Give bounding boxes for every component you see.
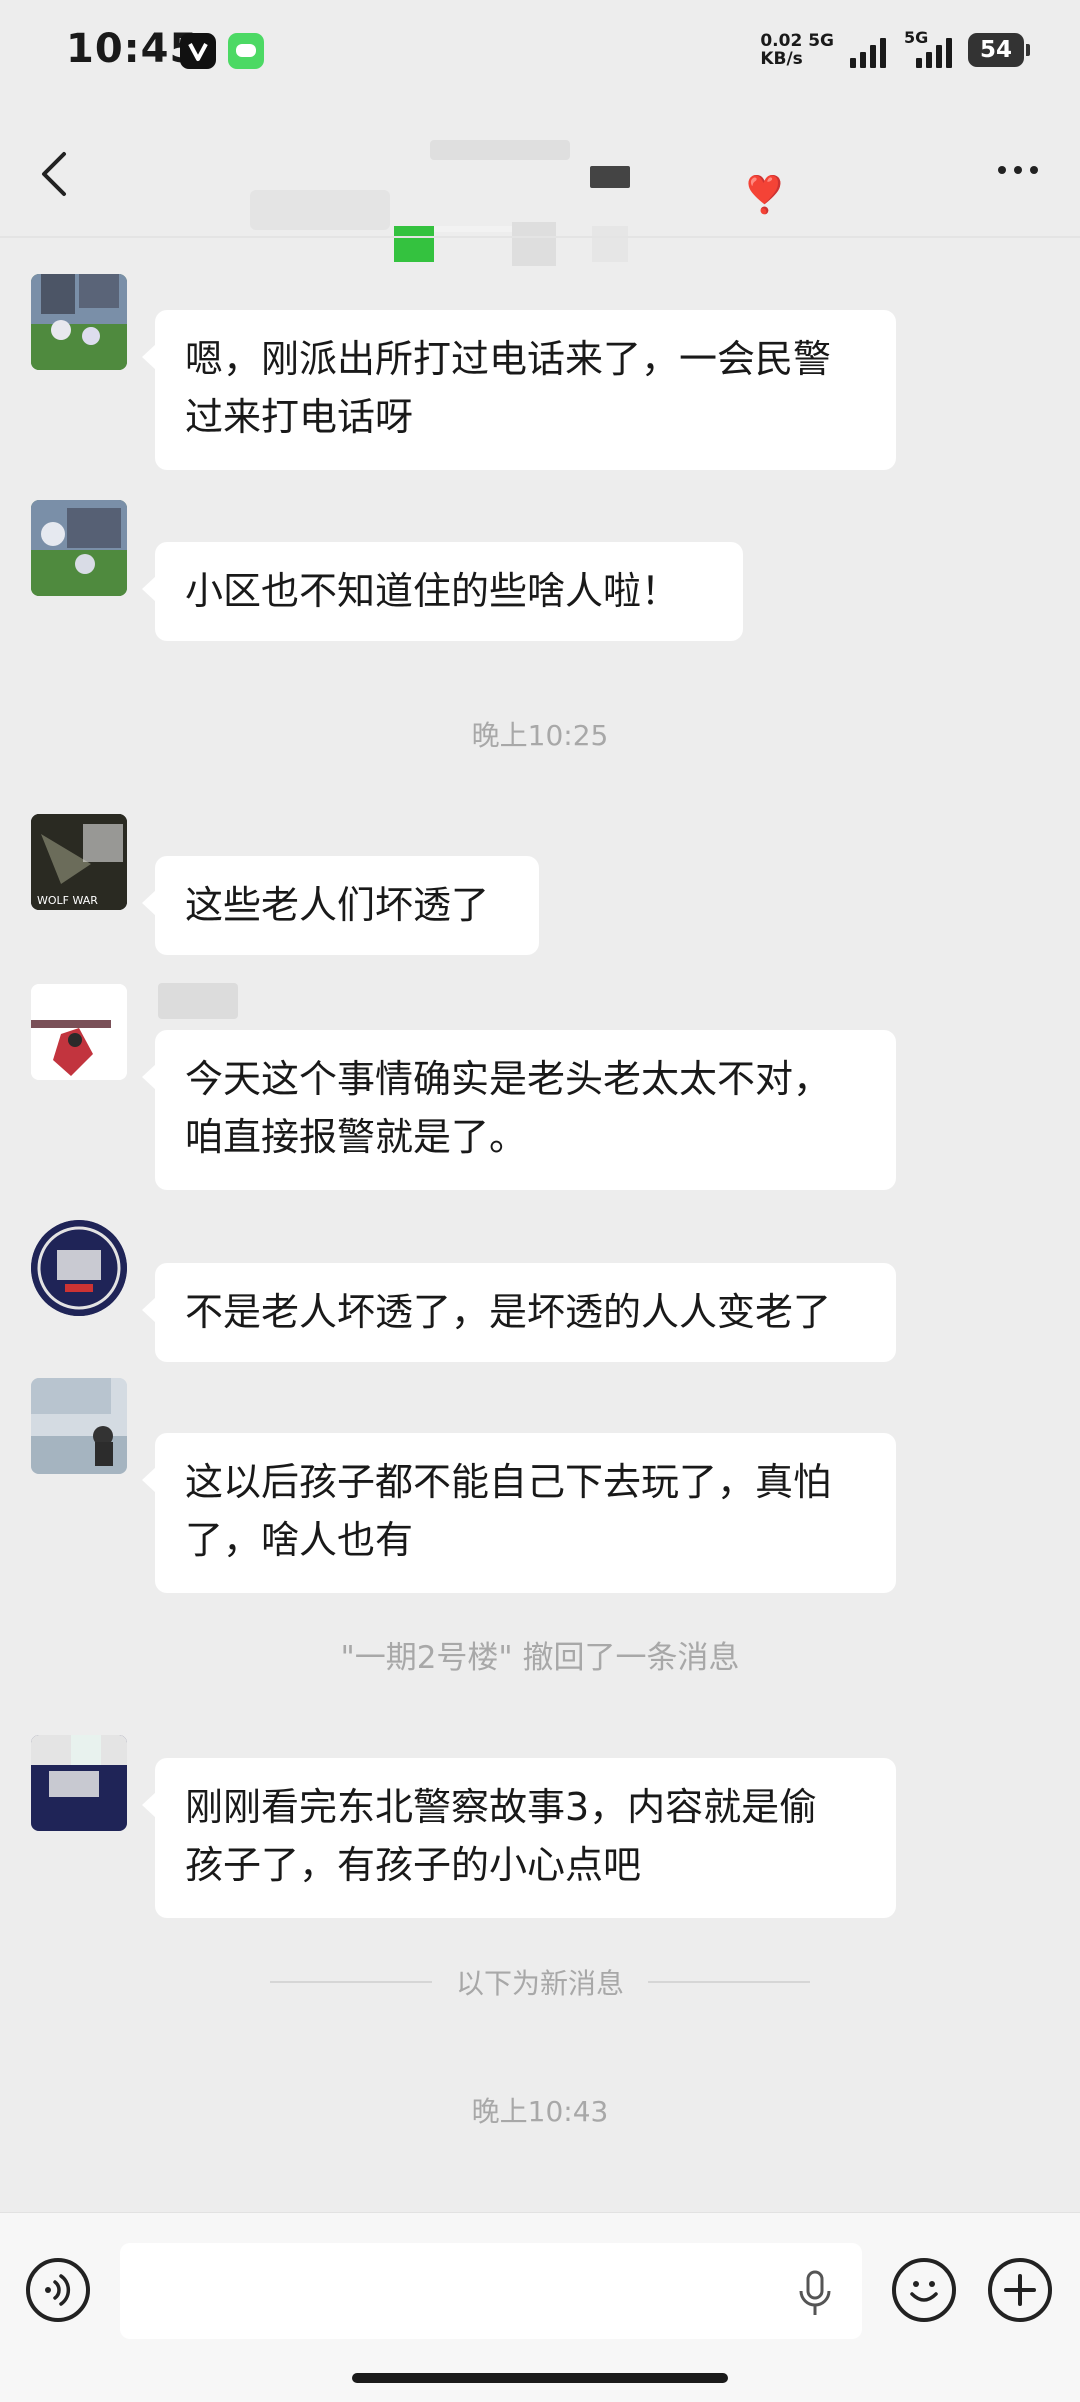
- avatar[interactable]: WOLF WAR: [31, 814, 127, 910]
- avatar[interactable]: [31, 984, 127, 1080]
- emoji-icon[interactable]: [892, 2258, 956, 2322]
- header-divider: [0, 236, 1080, 238]
- voice-icon[interactable]: [26, 2258, 90, 2322]
- status-bar: 10:45 0.02 5G KB/s 5G 54: [0, 0, 1080, 100]
- svg-text:WOLF WAR: WOLF WAR: [37, 894, 98, 907]
- signal-1-icon: [846, 32, 886, 68]
- recall-notice: "一期2号楼" 撤回了一条消息: [340, 1640, 740, 1676]
- message-text: 了，啥人也有: [185, 1518, 414, 1562]
- message-text: 嗯，刚派出所打过电话来了，一会民警: [185, 337, 832, 381]
- message-bubble[interactable]: 这以后孩子都不能自己下去玩了，真怕 了，啥人也有: [142, 1433, 896, 1593]
- avatar[interactable]: [31, 1735, 127, 1831]
- network-speed: 0.02 5G KB/s: [760, 31, 834, 69]
- heart-emoji-icon: ❣️: [742, 175, 787, 216]
- message-bubble[interactable]: 嗯，刚派出所打过电话来了，一会民警 过来打电话呀: [142, 310, 896, 470]
- message-input[interactable]: [120, 2243, 862, 2339]
- message-text: 今天这个事情确实是老头老太太不对，: [185, 1057, 832, 1101]
- timestamp: 晚上10:25: [471, 719, 609, 752]
- message-text: 这以后孩子都不能自己下去玩了，真怕: [185, 1460, 832, 1504]
- status-time: 10:45: [66, 26, 199, 72]
- avatar[interactable]: [31, 274, 127, 370]
- new-messages-divider: 以下为新消息: [270, 1962, 811, 2002]
- message-text: 这些老人们坏透了: [185, 883, 490, 927]
- message-text: 咱直接报警就是了。: [185, 1115, 528, 1159]
- message-app-icon: [228, 33, 264, 69]
- divider-line: [270, 1981, 432, 1983]
- avatar[interactable]: [31, 500, 127, 596]
- battery-indicator: 54: [968, 33, 1030, 67]
- message-text: 小区也不知道住的些啥人啦！: [185, 569, 680, 613]
- message-text: 孩子了，有孩子的小心点吧: [185, 1843, 642, 1887]
- avatar[interactable]: [31, 1220, 127, 1316]
- sender-name: [158, 983, 238, 1019]
- microphone-icon[interactable]: [795, 2269, 835, 2319]
- divider-line: [648, 1981, 811, 1983]
- v-app-icon: [180, 33, 216, 69]
- more-button[interactable]: [986, 150, 1050, 190]
- new-messages-label: 以下为新消息: [456, 1967, 625, 2000]
- chat-header: ❣️: [0, 100, 1080, 266]
- chevron-left-icon: [42, 152, 66, 196]
- avatar[interactable]: [31, 1378, 127, 1474]
- message-text: 不是老人坏透了，是坏透的人人变老了: [185, 1290, 832, 1334]
- message-bubble[interactable]: 刚刚看完东北警察故事3，内容就是偷 孩子了，有孩子的小心点吧: [142, 1758, 896, 1918]
- plus-icon[interactable]: [988, 2258, 1052, 2322]
- back-button[interactable]: [30, 144, 80, 204]
- message-bubble[interactable]: 不是老人坏透了，是坏透的人人变老了: [142, 1263, 896, 1362]
- more-dot: [1014, 166, 1022, 174]
- message-bubble[interactable]: 小区也不知道住的些啥人啦！: [142, 542, 743, 641]
- chat-title: [250, 130, 670, 266]
- message-text: 过来打电话呀: [185, 395, 414, 439]
- message-text: 刚刚看完东北警察故事3，内容就是偷: [185, 1785, 818, 1829]
- status-indicators: 0.02 5G KB/s 5G 54: [760, 28, 1030, 72]
- more-dot: [998, 166, 1006, 174]
- more-dot: [1030, 166, 1038, 174]
- message-bubble[interactable]: 今天这个事情确实是老头老太太不对， 咱直接报警就是了。: [142, 1030, 896, 1190]
- timestamp: 晚上10:43: [471, 2095, 609, 2128]
- message-bubble[interactable]: 这些老人们坏透了: [142, 856, 539, 955]
- home-indicator[interactable]: [352, 2373, 728, 2383]
- signal-2-icon: 5G: [904, 28, 956, 68]
